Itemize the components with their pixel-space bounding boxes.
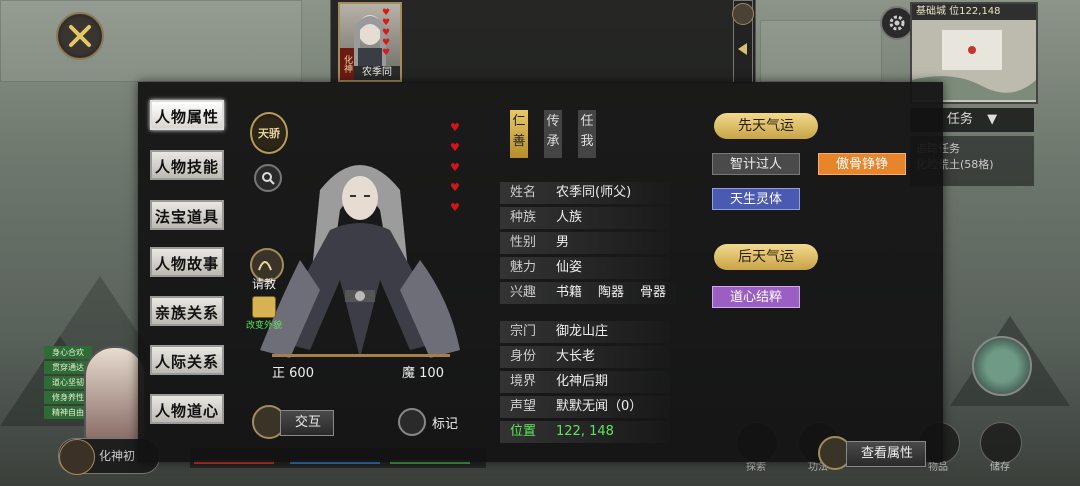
info-hobby: 兴趣 书籍 陶器 骨器 — [500, 282, 676, 304]
info-value: 男 — [556, 235, 570, 250]
tab-dao-heart[interactable]: 人物道心 — [150, 394, 224, 424]
info-label: 宗门 — [510, 324, 537, 339]
hobby-value: 书籍 — [556, 285, 583, 300]
close-icon — [69, 25, 91, 47]
card-hearts: ♥ ♥ ♥ ♥ ♥ — [382, 8, 391, 58]
fortune-tag-dao-heart[interactable]: 道心结粹 — [712, 286, 800, 308]
status-tag: 身心合欢 — [44, 346, 92, 359]
info-label: 魅力 — [510, 260, 537, 275]
hobby-value: 骨器 — [640, 285, 667, 300]
tab-family[interactable]: 亲族关系 — [150, 296, 224, 326]
view-attributes-label: 查看属性 — [846, 441, 927, 467]
gear-icon — [889, 15, 905, 31]
info-label: 位置 — [510, 424, 537, 439]
acquired-fortune-title: 后天气运 — [714, 244, 818, 270]
info-label: 境界 — [510, 374, 537, 389]
change-look-button[interactable] — [252, 296, 276, 318]
fortune-tag-proud[interactable]: 傲骨铮铮 — [818, 153, 906, 175]
info-realm: 境界 化神后期 — [500, 371, 670, 393]
info-identity: 身份 大长老 — [500, 346, 670, 368]
character-card-name: 农季同 — [354, 66, 400, 80]
info-value: 122, 148 — [556, 424, 614, 439]
info-label: 姓名 — [510, 185, 537, 200]
innate-fortune-title: 先天气运 — [714, 113, 818, 139]
trait-willful[interactable]: 任我 — [578, 110, 596, 158]
close-button[interactable] — [56, 12, 104, 60]
alignment-bar — [272, 354, 450, 357]
fortune-tag-spirit-body[interactable]: 天生灵体 — [712, 188, 800, 210]
info-value: 人族 — [556, 210, 583, 225]
task-title: 任务 — [946, 112, 973, 127]
selected-character-card[interactable]: 化神 农季同 — [338, 2, 402, 82]
info-charm: 魅力 仙姿 — [500, 257, 670, 279]
interact-button[interactable]: 交互 — [252, 405, 344, 439]
fortune-tag-wise[interactable]: 智计过人 — [712, 153, 800, 175]
info-value: 化神后期 — [556, 374, 609, 389]
info-value: 大长老 — [556, 349, 596, 364]
hobby-value: 陶器 — [598, 285, 625, 300]
bow-icon — [258, 261, 272, 271]
player-realm-label: 化神初 — [99, 449, 136, 463]
demonic-value: 100 — [419, 366, 444, 381]
storage-label: 储存 — [990, 462, 1010, 473]
trait-inheritance[interactable]: 传承 — [544, 110, 562, 158]
righteous-value: 600 — [289, 366, 314, 381]
eye-icon — [398, 408, 426, 436]
change-look-label: 改变外貌 — [246, 321, 283, 331]
info-value: 御龙山庄 — [556, 324, 609, 339]
companion-avatar[interactable] — [972, 336, 1032, 396]
realm-icon — [59, 439, 95, 475]
info-label: 身份 — [510, 349, 537, 364]
tab-attributes[interactable]: 人物属性 — [150, 100, 224, 130]
chevron-down-icon: ▼ — [987, 112, 998, 127]
righteous-label: 正 — [272, 366, 286, 381]
info-sect: 宗门 御龙山庄 — [500, 321, 670, 343]
info-value: 默默无闻（0） — [556, 399, 643, 414]
character-realm-badge: 化神 — [340, 48, 354, 80]
info-race: 种族 人族 — [500, 207, 670, 229]
interact-label: 交互 — [280, 410, 335, 436]
info-gender: 性别 男 — [500, 232, 670, 254]
minimap-header: 基础城 位122,148 — [912, 4, 1036, 20]
info-label: 声望 — [510, 399, 537, 414]
collapse-tab[interactable] — [732, 0, 754, 84]
demonic-label: 魔 — [402, 366, 416, 381]
info-reputation: 声望 默默无闻（0） — [500, 396, 670, 418]
tab-story[interactable]: 人物故事 — [150, 247, 224, 277]
info-name: 姓名 农季同(师父) — [500, 182, 670, 204]
character-portrait — [260, 165, 460, 358]
settings-button[interactable] — [880, 6, 914, 40]
tab-relations[interactable]: 人际关系 — [150, 345, 224, 375]
trait-kindness[interactable]: 仁善 — [510, 110, 528, 158]
rank-emblem: 天骄 — [250, 112, 288, 154]
flower-icon — [732, 3, 754, 25]
info-label: 种族 — [510, 210, 537, 225]
info-value: 仙姿 — [556, 260, 583, 275]
info-label: 性别 — [510, 235, 537, 250]
view-attributes-button[interactable]: 查看属性 — [818, 436, 927, 470]
arrow-left-icon — [738, 43, 747, 55]
righteous-stat: 正 600 — [272, 362, 314, 381]
mark-label: 标记 — [432, 417, 459, 432]
mark-button[interactable]: 标记 — [398, 408, 468, 442]
consult-label: 请教 — [252, 277, 277, 291]
player-portrait[interactable] — [84, 346, 146, 440]
info-value: 农季同(师父) — [556, 185, 632, 200]
info-label: 兴趣 — [510, 285, 537, 300]
demonic-stat: 魔 100 — [402, 362, 444, 381]
tab-skills[interactable]: 人物技能 — [150, 150, 224, 180]
info-position[interactable]: 位置 122, 148 — [500, 421, 670, 443]
tab-treasures[interactable]: 法宝道具 — [150, 200, 224, 230]
